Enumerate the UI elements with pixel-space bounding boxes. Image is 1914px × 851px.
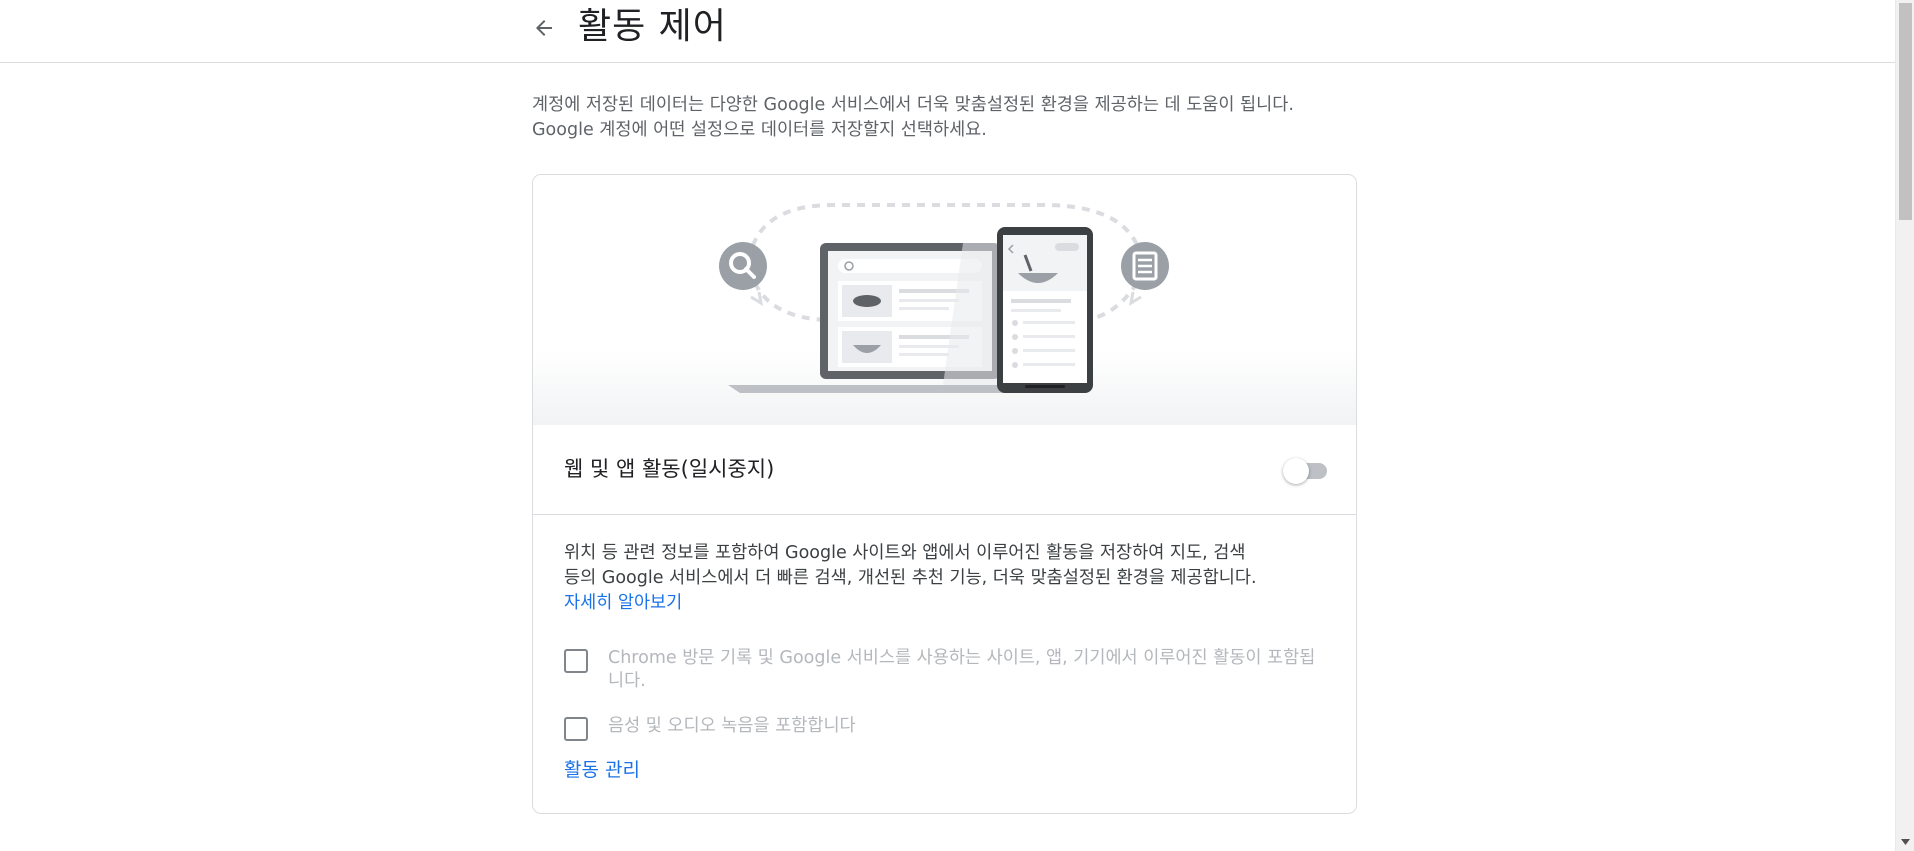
page-header: 활동 제어 <box>0 0 1895 63</box>
web-app-activity-label: 웹 및 앱 활동(일시중지) <box>564 457 775 481</box>
back-button[interactable] <box>526 10 562 46</box>
chrome-history-checkbox[interactable] <box>564 649 588 673</box>
page-title: 활동 제어 <box>578 6 727 47</box>
phone-graphic <box>997 227 1093 393</box>
intro-line-2: Google 계정에 어떤 설정으로 데이터를 저장할지 선택하세요. <box>532 120 987 140</box>
voice-audio-label: 음성 및 오디오 녹음을 포함합니다 <box>608 716 856 736</box>
learn-more-link[interactable]: 자세히 알아보기 <box>564 593 682 613</box>
page: 활동 제어 계정에 저장된 데이터는 다양한 Google 서비스에서 더욱 맞… <box>0 0 1914 851</box>
voice-audio-checkbox[interactable] <box>564 717 588 741</box>
intro-line-1: 계정에 저장된 데이터는 다양한 Google 서비스에서 더욱 맞춤설정된 환… <box>532 95 1294 115</box>
web-app-activity-switch[interactable] <box>1283 455 1329 485</box>
web-app-activity-card: 웹 및 앱 활동(일시중지) 위치 등 관련 정보를 포함하여 Google 사… <box>532 174 1357 814</box>
magnifier-icon <box>719 242 767 290</box>
activity-illustration <box>533 175 1356 425</box>
scroll-down-button[interactable] <box>1896 834 1914 849</box>
activity-description: 위치 등 관련 정보를 포함하여 Google 사이트와 앱에서 이루어진 활동… <box>564 541 1264 616</box>
document-icon <box>1121 242 1169 290</box>
activity-description-text: 위치 등 관련 정보를 포함하여 Google 사이트와 앱에서 이루어진 활동… <box>564 543 1257 588</box>
switch-knob <box>1283 458 1309 484</box>
chrome-history-label: Chrome 방문 기록 및 Google 서비스를 사용하는 사이트, 앱, … <box>608 648 1316 691</box>
web-app-activity-toggle-row: 웹 및 앱 활동(일시중지) <box>533 425 1356 515</box>
triangle-down-icon <box>1901 838 1910 845</box>
vertical-scrollbar[interactable] <box>1895 0 1914 851</box>
arrow-left-icon <box>536 20 552 36</box>
manage-activity-link[interactable]: 활동 관리 <box>564 755 640 782</box>
intro-text: 계정에 저장된 데이터는 다양한 Google 서비스에서 더욱 맞춤설정된 환… <box>532 93 1362 143</box>
scrollbar-thumb[interactable] <box>1899 3 1912 220</box>
